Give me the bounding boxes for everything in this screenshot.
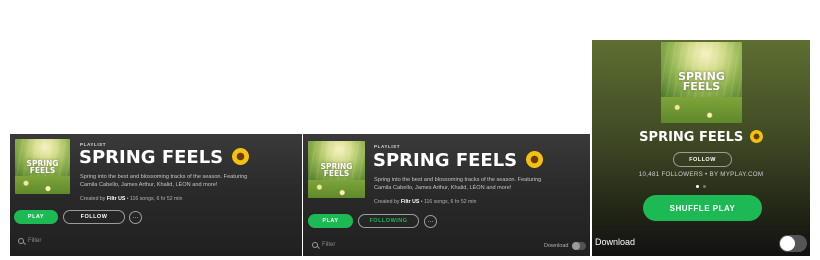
playlist-description: Spring into the best and blossoming trac… bbox=[80, 174, 248, 188]
playlist-cover-art: SPRING FEELS bbox=[661, 42, 742, 123]
carousel-indicator[interactable] bbox=[592, 185, 810, 188]
mobile-playlist-title: SPRING FEELS bbox=[592, 129, 810, 145]
creator-link[interactable]: Filtr US bbox=[107, 196, 125, 202]
follow-button[interactable]: FOLLOW bbox=[63, 210, 125, 224]
filter-placeholder: Filter bbox=[28, 238, 42, 244]
playlist-title: SPRING FEELS bbox=[373, 150, 544, 171]
download-toggle[interactable] bbox=[779, 235, 807, 252]
following-button[interactable]: FOLLOWING bbox=[358, 214, 419, 228]
shuffle-play-button[interactable]: SHUFFLE PLAY bbox=[643, 195, 762, 221]
cover-title: SPRING FEELS bbox=[26, 159, 59, 176]
play-button[interactable]: PLAY bbox=[14, 210, 58, 224]
followers-line: 10,481 FOLLOWERS • BY MYPLAY.COM bbox=[638, 171, 764, 178]
sunflower-icon bbox=[526, 150, 544, 168]
sunflower-icon bbox=[749, 129, 763, 143]
playlist-stats: • 116 songs, 6 hr 52 min bbox=[420, 199, 477, 205]
desktop-playlist-header-follow: SPRING FEELS PLAYLIST SPRING FEELS Sprin… bbox=[10, 134, 302, 256]
created-by-prefix: Created by bbox=[374, 199, 400, 205]
playlist-title-text: SPRING FEELS bbox=[373, 150, 518, 171]
play-button[interactable]: PLAY bbox=[308, 214, 353, 228]
filter-input[interactable]: Filter bbox=[18, 238, 41, 244]
sunflower-icon bbox=[232, 147, 250, 165]
download-toggle[interactable] bbox=[572, 242, 587, 250]
playlist-cover-art: SPRING FEELS bbox=[308, 141, 365, 198]
playlist-meta: Created by Filtr US • 116 songs, 6 hr 52… bbox=[80, 196, 182, 202]
search-icon bbox=[312, 242, 318, 248]
playlist-cover-art: SPRING FEELS bbox=[15, 139, 70, 194]
cover-meadow bbox=[15, 176, 70, 194]
playlist-stats: • 116 songs, 6 hr 52 min bbox=[126, 196, 183, 202]
cover-meadow bbox=[661, 97, 742, 123]
search-icon bbox=[18, 238, 24, 244]
playlist-meta: Created by Filtr US • 116 songs, 6 hr 52… bbox=[374, 199, 476, 205]
created-by-prefix: Created by bbox=[80, 196, 106, 202]
download-label: Download bbox=[544, 243, 569, 249]
carousel-dot-1[interactable] bbox=[696, 185, 699, 188]
download-label: Download bbox=[595, 237, 636, 247]
cover-meadow bbox=[308, 179, 365, 198]
cover-title: SPRING FEELS bbox=[320, 162, 353, 179]
filter-placeholder: Filter bbox=[322, 242, 336, 248]
follow-button[interactable]: FOLLOW bbox=[673, 152, 732, 167]
playlist-title: SPRING FEELS bbox=[79, 147, 250, 168]
playlist-kind-label: PLAYLIST bbox=[374, 144, 401, 149]
desktop-playlist-header-following: SPRING FEELS PLAYLIST SPRING FEELS Sprin… bbox=[303, 134, 590, 256]
creator-link[interactable]: Filtr US bbox=[401, 199, 419, 205]
filter-input[interactable]: Filter bbox=[312, 242, 335, 248]
playlist-description: Spring into the best and blossoming trac… bbox=[374, 177, 542, 191]
carousel-dot-2[interactable] bbox=[703, 185, 706, 188]
playlist-title-text: SPRING FEELS bbox=[79, 147, 224, 168]
mobile-playlist-title-text: SPRING FEELS bbox=[639, 130, 744, 145]
more-options-icon[interactable]: ··· bbox=[424, 215, 437, 228]
mobile-playlist-header: SPRING FEELS SPRING FEELS FOLLOW 10,481 … bbox=[592, 40, 810, 256]
cover-title: SPRING FEELS bbox=[678, 70, 725, 94]
more-options-icon[interactable]: ··· bbox=[129, 211, 142, 224]
download-toggle-row: Download bbox=[544, 242, 587, 250]
